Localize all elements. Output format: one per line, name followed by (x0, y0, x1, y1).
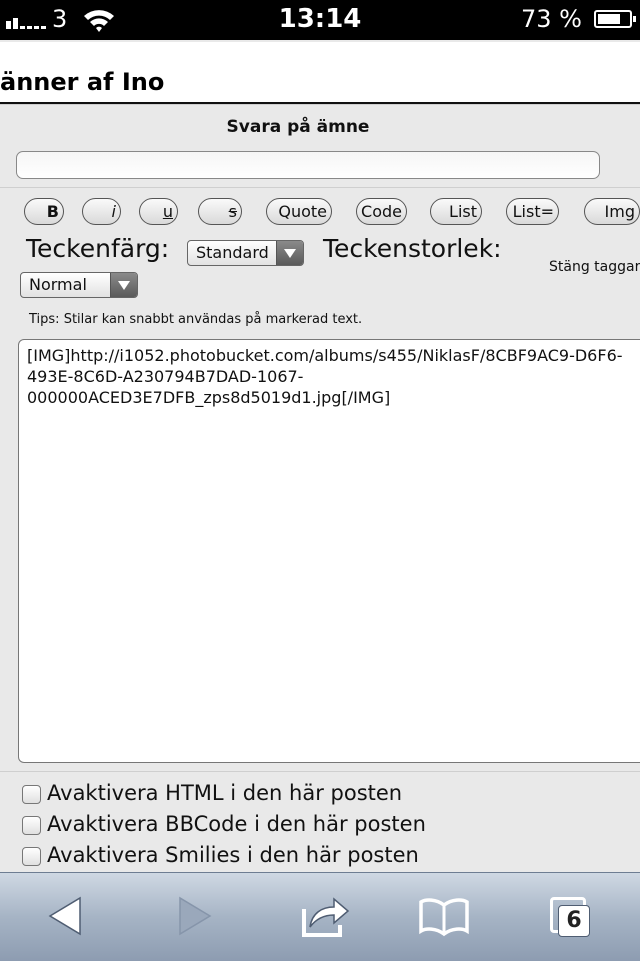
forward-icon (179, 896, 212, 936)
font-color-select[interactable]: Standard (187, 240, 304, 266)
font-color-label: Teckenfärg: (26, 234, 170, 263)
form-title: Svara på ämne (226, 117, 370, 137)
font-size-label: Teckenstorlek: (323, 234, 502, 263)
quote-button[interactable]: Quote (266, 198, 332, 225)
bold-button[interactable]: B (24, 198, 64, 225)
tabs-icon[interactable]: 6 (548, 891, 594, 941)
checkbox[interactable] (22, 785, 41, 804)
checkbox[interactable] (22, 847, 41, 866)
underline-button[interactable]: u (139, 198, 178, 225)
browser-toolbar: 6 (0, 872, 640, 961)
page-title: änner af Ino (0, 68, 165, 96)
close-tags-link[interactable]: Stäng taggar (549, 259, 640, 275)
font-size-value: Normal (29, 275, 87, 294)
list-button[interactable]: List (430, 198, 482, 225)
checkbox[interactable] (22, 816, 41, 835)
code-button[interactable]: Code (356, 198, 407, 225)
battery-percent: 73 % (521, 5, 582, 33)
message-line: 000000ACED3E7DFB_zps8d5019d1.jpg[/IMG] (27, 388, 391, 407)
message-textarea[interactable]: [IMG]http://i1052.photobucket.com/albums… (18, 339, 640, 763)
share-icon[interactable] (300, 891, 352, 941)
message-line: 493E-8C6D-A230794B7DAD-1067- (27, 367, 304, 386)
status-bar: 3 13:14 73 % (0, 0, 640, 40)
checkbox-label: Avaktivera BBCode i den här posten (47, 812, 426, 836)
strikethrough-button[interactable]: s (198, 198, 242, 225)
font-color-value: Standard (196, 243, 269, 262)
tips-text: Tips: Stilar kan snabbt användas på mark… (29, 312, 363, 327)
back-icon[interactable] (44, 891, 86, 941)
tabs-count: 6 (558, 905, 590, 937)
page-header: änner af Ino (0, 42, 640, 105)
message-line: [IMG]http://i1052.photobucket.com/albums… (27, 346, 623, 365)
subject-input[interactable] (16, 151, 600, 179)
chevron-down-icon (110, 273, 137, 297)
bookmarks-icon[interactable] (418, 891, 470, 941)
checkbox-label: Avaktivera Smilies i den här posten (47, 843, 419, 867)
checkbox-label: Avaktivera HTML i den här posten (47, 781, 403, 805)
battery-icon (594, 10, 636, 28)
font-size-select[interactable]: Normal (20, 272, 138, 298)
img-button[interactable]: Img (584, 198, 640, 225)
chevron-down-icon (276, 241, 303, 265)
italic-button[interactable]: i (82, 198, 121, 225)
list-ordered-button[interactable]: List= (506, 198, 559, 225)
